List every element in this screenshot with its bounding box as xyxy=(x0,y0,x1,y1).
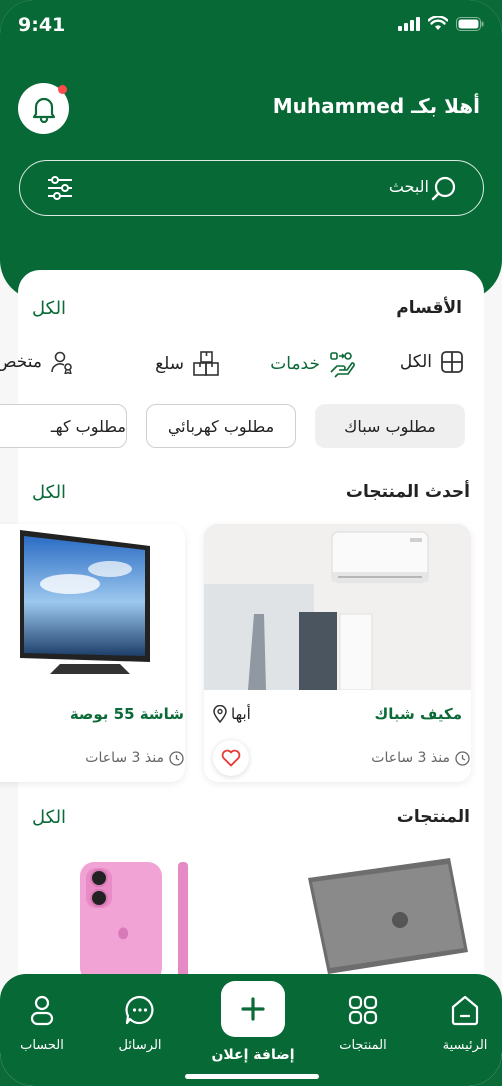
signal-icon xyxy=(398,16,420,31)
category-specialist[interactable]: متخص xyxy=(0,350,74,374)
product-image-phone xyxy=(80,862,188,980)
time-label: منذ 3 ساعات xyxy=(371,750,450,766)
boxes-icon xyxy=(193,351,219,376)
product-name-ac: مكيف شباك xyxy=(374,705,462,723)
product-time-tv: منذ 3 ساعات xyxy=(85,750,184,766)
heart-icon xyxy=(221,749,241,767)
nav-messages[interactable]: الرسائل xyxy=(100,994,180,1053)
status-time: 9:41 xyxy=(18,14,66,36)
search-placeholder: البحث xyxy=(388,177,429,196)
nav-products-label: المنتجات xyxy=(339,1038,387,1053)
category-goods[interactable]: سلع xyxy=(155,350,220,378)
category-label: خدمات xyxy=(270,354,320,374)
chip-partial[interactable]: مطلوب كهـ xyxy=(0,404,127,448)
home-indicator xyxy=(185,1074,319,1079)
nav-home[interactable]: الرئيسية xyxy=(425,994,502,1053)
product-image-tv xyxy=(0,524,185,690)
product-card-ac[interactable] xyxy=(204,524,471,782)
grid-icon xyxy=(441,351,463,373)
clock-icon xyxy=(169,750,184,766)
products-see-all[interactable]: الكل xyxy=(32,807,66,828)
category-list: الكل خدمات سلع متخص xyxy=(0,350,502,382)
chat-icon xyxy=(125,995,154,1025)
categories-title: الأقسام xyxy=(396,298,462,318)
location-label: أبها xyxy=(231,705,251,723)
favorite-button[interactable] xyxy=(213,740,249,776)
products-icon xyxy=(348,995,378,1025)
add-listing-button[interactable] xyxy=(221,981,285,1037)
products-title: المنتجات xyxy=(396,807,470,827)
product-image-ac xyxy=(204,524,471,690)
location-pin-icon xyxy=(213,705,227,723)
latest-products-see-all[interactable]: الكل xyxy=(32,482,66,503)
product-card-tv[interactable] xyxy=(0,524,185,782)
category-label: سلع xyxy=(155,354,184,374)
bell-icon xyxy=(32,97,55,123)
plus-icon xyxy=(241,997,265,1021)
wifi-icon xyxy=(428,16,448,30)
latest-products-title: أحدث المنتجات xyxy=(345,482,470,502)
specialist-icon xyxy=(51,351,72,374)
category-label: الكل xyxy=(399,352,432,372)
nav-products[interactable]: المنتجات xyxy=(323,994,403,1053)
add-listing-label: إضافة إعلان xyxy=(211,1047,295,1063)
nav-messages-label: الرسائل xyxy=(118,1038,162,1053)
notifications-button[interactable] xyxy=(18,83,69,134)
category-label: متخص xyxy=(0,352,42,372)
app-screen: 9:41 أهلا بكـ Muhammed البحث الأقسام الك… xyxy=(0,0,502,1086)
nav-home-label: الرئيسية xyxy=(442,1038,488,1053)
status-icons xyxy=(398,16,484,31)
search-icon xyxy=(431,176,456,201)
services-icon xyxy=(330,352,355,378)
home-icon xyxy=(451,995,479,1026)
categories-see-all[interactable]: الكل xyxy=(32,298,66,319)
chip-plumber[interactable]: مطلوب سباك xyxy=(315,404,465,448)
category-all[interactable]: الكل xyxy=(400,350,464,374)
product-location-ac: أبها xyxy=(213,705,251,723)
product-time-ac: منذ 3 ساعات xyxy=(371,750,470,766)
category-services[interactable]: خدمات xyxy=(270,350,356,378)
status-bar: 9:41 xyxy=(0,0,502,50)
time-label: منذ 3 ساعات xyxy=(85,750,164,766)
nav-account-label: الحساب xyxy=(20,1038,64,1053)
battery-icon xyxy=(456,16,484,31)
clock-icon xyxy=(455,750,470,766)
chip-electrician[interactable]: مطلوب كهربائي xyxy=(146,404,296,448)
search-bar[interactable]: البحث xyxy=(19,160,484,216)
user-icon xyxy=(30,995,54,1026)
product-name-tv: شاشة 55 بوصة xyxy=(69,705,184,723)
notification-dot xyxy=(58,85,67,94)
greeting-text: أهلا بكـ Muhammed xyxy=(272,94,480,118)
filter-icon[interactable] xyxy=(46,175,74,201)
header: 9:41 أهلا بكـ Muhammed البحث xyxy=(0,0,502,300)
nav-account[interactable]: الحساب xyxy=(2,994,82,1053)
product-image-laptop xyxy=(276,858,468,976)
